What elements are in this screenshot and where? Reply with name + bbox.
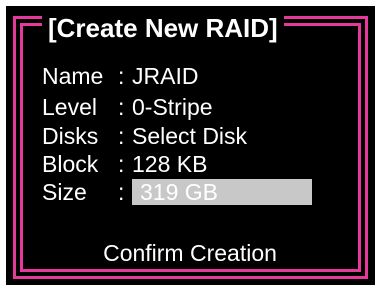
field-label-size: Size	[42, 179, 87, 205]
field-separator: :	[118, 63, 125, 89]
field-value-name: JRAID	[132, 63, 199, 89]
field-row-block[interactable]: Block:128 KB	[42, 151, 207, 177]
field-value-disks: Select Disk	[132, 123, 248, 149]
field-label-block: Block	[42, 151, 99, 177]
confirm-creation-button[interactable]: Confirm Creation	[0, 238, 380, 268]
dialog-title: [Create New RAID]	[42, 8, 284, 48]
field-separator: :	[118, 123, 125, 149]
field-row-disks[interactable]: Disks: Select Disk	[42, 123, 247, 149]
field-row-name[interactable]: Name: JRAID	[42, 63, 198, 89]
field-label-name: Name	[42, 63, 104, 89]
field-value-block: 128 KB	[132, 151, 208, 177]
field-label-level: Level	[42, 94, 97, 120]
field-row-level[interactable]: Level:0-Stripe	[42, 94, 213, 120]
field-separator: :	[118, 151, 125, 177]
field-separator: :	[118, 179, 125, 205]
field-value-size-selected[interactable]: 319 GB	[132, 179, 312, 205]
field-value-level: 0-Stripe	[132, 94, 213, 120]
field-row-size[interactable]: Size:319 GB	[42, 179, 312, 205]
field-separator: :	[118, 94, 125, 120]
field-label-disks: Disks	[42, 123, 99, 149]
